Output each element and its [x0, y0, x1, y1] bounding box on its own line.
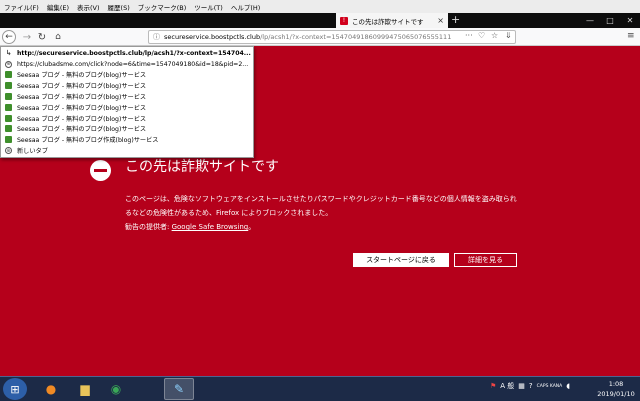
menu-item[interactable]: 履歴(S)	[104, 2, 134, 12]
minimize-icon[interactable]: —	[580, 13, 600, 28]
see-details-button[interactable]: 詳細を見る	[454, 253, 517, 267]
history-item-label: Seesaa ブログ - 無料のブログ(blog)サービス	[17, 115, 147, 123]
advisory-line: 勧告の提供者: Google Safe Browsing。	[125, 222, 255, 232]
advisory-prefix: 勧告の提供者:	[125, 223, 172, 231]
history-item[interactable]: Seesaa ブログ - 無料のブログ(blog)サービス	[1, 124, 253, 135]
history-item-label: Seesaa ブログ - 無料のブログ(blog)サービス	[17, 72, 147, 80]
system-tray: ⚑ A 般 ▦ ? CAPS KANA ◖	[490, 381, 574, 391]
reload-button[interactable]: ↻	[36, 30, 48, 44]
windows-taskbar: ⊞ ● ▆ ◉ ✎ ⚑ A 般 ▦ ? CAPS KANA ◖ 1:08 201…	[0, 376, 640, 401]
volume-icon[interactable]: ◖	[566, 382, 570, 390]
chrome-taskbar-icon[interactable]: ◉	[101, 378, 131, 400]
close-window-icon[interactable]: ✕	[620, 13, 640, 28]
menu-item[interactable]: ブックマーク(B)	[134, 2, 191, 12]
start-button[interactable]: ⊞	[3, 378, 27, 400]
explorer-taskbar-icon[interactable]: ▆	[70, 378, 100, 400]
history-item[interactable]: Seesaa ブログ - 無料のブログ作成(blog)サービス	[1, 134, 253, 145]
ime-indicator[interactable]: A 般	[500, 381, 514, 391]
go-back-home-button[interactable]: スタートページに戻る	[353, 253, 449, 267]
history-item[interactable]: ↳ http://secureservice.boostpctls.club/lp…	[1, 48, 253, 59]
advisory-suffix: 。	[248, 223, 256, 231]
menu-item[interactable]: 表示(V)	[73, 2, 104, 12]
seesaa-icon	[5, 125, 12, 133]
seesaa-icon	[5, 114, 12, 122]
history-item[interactable]: Seesaa ブログ - 無料のブログ(blog)サービス	[1, 80, 253, 91]
history-item-label: http://secureservice.boostpctls.club/lp/…	[17, 49, 251, 57]
forward-button[interactable]: →	[21, 30, 33, 44]
warning-description: このページは、危険なソフトウェアをインストールさせたりパスワードやクレジットカー…	[125, 195, 517, 217]
url-host: secureservice.boostpctls.club	[164, 33, 261, 41]
warning-favicon-icon: !	[340, 16, 348, 25]
paint-taskbar-icon[interactable]: ✎	[164, 378, 194, 400]
pocket-icon[interactable]: ♡	[478, 31, 485, 40]
info-icon[interactable]: ⓘ	[153, 32, 160, 42]
history-item[interactable]: Seesaa ブログ - 無料のブログ(blog)サービス	[1, 91, 253, 102]
tab-active[interactable]: ! この先は詐欺サイトです ×	[336, 13, 448, 28]
url-history-dropdown: ↳ http://secureservice.boostpctls.club/lp…	[0, 46, 254, 158]
clock[interactable]: 1:08 2019/01/10	[595, 379, 637, 399]
downloads-icon[interactable]: ⇓	[505, 31, 512, 40]
tab-strip: ! この先は詐欺サイトです × + — □ ✕	[0, 13, 640, 28]
close-tab-icon[interactable]: ×	[437, 16, 444, 25]
history-item-label: Seesaa ブログ - 無料のブログ(blog)サービス	[17, 126, 147, 134]
new-tab-button[interactable]: +	[451, 13, 460, 28]
tab-title: この先は詐欺サイトです	[352, 17, 424, 26]
menu-item[interactable]: 編集(E)	[43, 2, 73, 12]
url-bar[interactable]: ⓘ secureservice.boostpctls.club /lp/acsh…	[148, 30, 516, 44]
menu-bar: ファイル(F) 編集(E) 表示(V) 履歴(S) ブックマーク(B) ツール(T) ヘルプ…	[0, 0, 640, 13]
seesaa-icon	[5, 103, 12, 111]
maximize-icon[interactable]: □	[600, 13, 620, 28]
bookmark-star-icon[interactable]: ☆	[491, 31, 498, 40]
ime-tools-icon[interactable]: ▦	[518, 382, 525, 390]
history-item-label: Seesaa ブログ - 無料のブログ(blog)サービス	[17, 104, 147, 112]
seesaa-icon	[5, 71, 12, 79]
clock-date: 2019/01/10	[597, 390, 635, 398]
advisory-link[interactable]: Google Safe Browsing	[172, 223, 249, 231]
history-item[interactable]: ⊕ 新しいタブ	[1, 145, 253, 156]
home-button[interactable]: ⌂	[52, 30, 64, 44]
caps-kana-indicator: CAPS KANA	[536, 383, 563, 389]
seesaa-icon	[5, 82, 12, 90]
hamburger-menu-icon[interactable]: ≡	[627, 31, 635, 41]
seesaa-icon	[5, 93, 12, 101]
history-item-label: Seesaa ブログ - 無料のブログ(blog)サービス	[17, 94, 147, 102]
flag-icon[interactable]: ⚑	[490, 382, 496, 390]
seesaa-icon	[5, 136, 12, 144]
history-item[interactable]: Seesaa ブログ - 無料のブログ(blog)サービス	[1, 70, 253, 81]
arrow-icon: ↳	[5, 49, 12, 58]
help-icon[interactable]: ?	[529, 382, 533, 390]
menu-item[interactable]: ヘルプ(H)	[227, 2, 264, 12]
url-path: /lp/acsh1/?x-context=1547049186099947506…	[260, 33, 452, 41]
history-item-label: https://clubadsme.com/click?node=6&time=…	[17, 60, 249, 68]
globe-icon: ⊕	[5, 60, 12, 68]
history-item[interactable]: Seesaa ブログ - 無料のブログ(blog)サービス	[1, 113, 253, 124]
firefox-taskbar-icon[interactable]: ●	[36, 378, 66, 400]
history-item-label: Seesaa ブログ - 無料のブログ(blog)サービス	[17, 83, 147, 91]
clock-time: 1:08	[608, 380, 624, 388]
warning-title: この先は詐欺サイトです	[125, 159, 279, 175]
page-actions-icon[interactable]: ···	[465, 31, 473, 40]
block-icon	[90, 160, 111, 181]
navigation-bar: ← → ↻ ⌂ ⓘ secureservice.boostpctls.club …	[0, 28, 640, 46]
history-item[interactable]: ⊕ https://clubadsme.com/click?node=6&time…	[1, 59, 253, 70]
menu-item[interactable]: ファイル(F)	[0, 2, 43, 12]
globe-icon: ⊕	[5, 147, 12, 155]
back-button[interactable]: ←	[2, 30, 16, 44]
menu-item[interactable]: ツール(T)	[190, 2, 227, 12]
history-item[interactable]: Seesaa ブログ - 無料のブログ(blog)サービス	[1, 102, 253, 113]
history-item-label: Seesaa ブログ - 無料のブログ作成(blog)サービス	[17, 137, 159, 145]
history-item-label: 新しいタブ	[17, 148, 48, 156]
